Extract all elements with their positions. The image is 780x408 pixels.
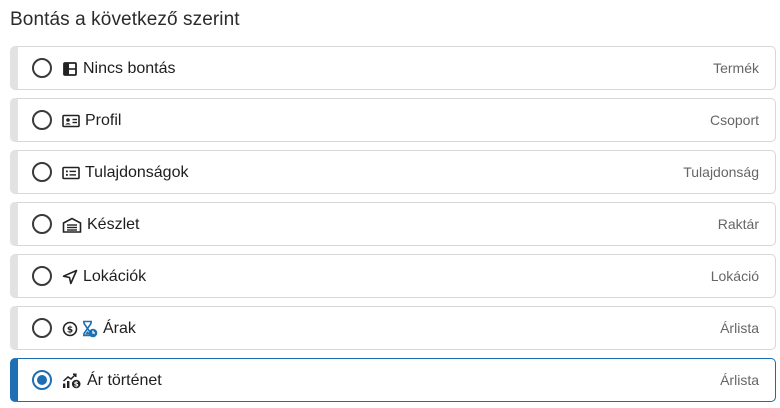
option-group-label: Árlista (720, 372, 759, 388)
radio-button[interactable] (32, 162, 52, 182)
breakdown-option-list: Nincs bontás Termék Profil Csoport Tulaj… (10, 46, 776, 408)
location-arrow-icon (62, 269, 78, 285)
option-price-history[interactable]: $ Ár történet Árlista (10, 358, 776, 402)
panel-title: Bontás a következő szerint (10, 9, 240, 30)
option-group-label: Lokáció (710, 268, 759, 284)
option-group-label: Csoport (709, 112, 759, 128)
warehouse-icon (62, 217, 82, 233)
property-list-icon (62, 165, 80, 181)
svg-text:$: $ (67, 325, 73, 335)
option-label: Készlet (87, 216, 140, 233)
svg-text:$: $ (74, 381, 79, 389)
price-coin-icon: $ (62, 321, 78, 337)
radio-button[interactable] (32, 266, 52, 286)
option-profile[interactable]: Profil Csoport (10, 98, 776, 142)
option-group-label: Termék (713, 60, 759, 76)
option-group-label: Árlista (720, 320, 759, 336)
option-group-label: Tulajdonság (683, 164, 759, 180)
option-label: Lokációk (83, 268, 147, 285)
option-locations[interactable]: Lokációk Lokáció (10, 254, 776, 298)
option-stock[interactable]: Készlet Raktár (10, 202, 776, 246)
option-prices[interactable]: $ Árak Árlista (10, 306, 776, 350)
breakdown-panel: Bontás a következő szerint Nincs bontás … (0, 0, 780, 408)
radio-button[interactable] (32, 110, 52, 130)
table-layout-icon (62, 61, 78, 77)
id-card-icon (62, 113, 80, 129)
radio-button-selected[interactable] (32, 370, 52, 390)
option-label: Tulajdonságok (85, 164, 189, 181)
option-label: Nincs bontás (83, 60, 176, 77)
option-properties[interactable]: Tulajdonságok Tulajdonság (10, 150, 776, 194)
radio-button[interactable] (32, 58, 52, 78)
option-label: Profil (85, 112, 122, 129)
hourglass-clock-icon (80, 320, 98, 338)
option-no-breakdown[interactable]: Nincs bontás Termék (10, 46, 776, 90)
radio-button[interactable] (32, 214, 52, 234)
radio-button[interactable] (32, 318, 52, 338)
price-trend-icon: $ (62, 373, 82, 389)
option-label: Árak (103, 320, 136, 337)
option-label: Ár történet (87, 372, 162, 389)
option-group-label: Raktár (717, 216, 759, 232)
